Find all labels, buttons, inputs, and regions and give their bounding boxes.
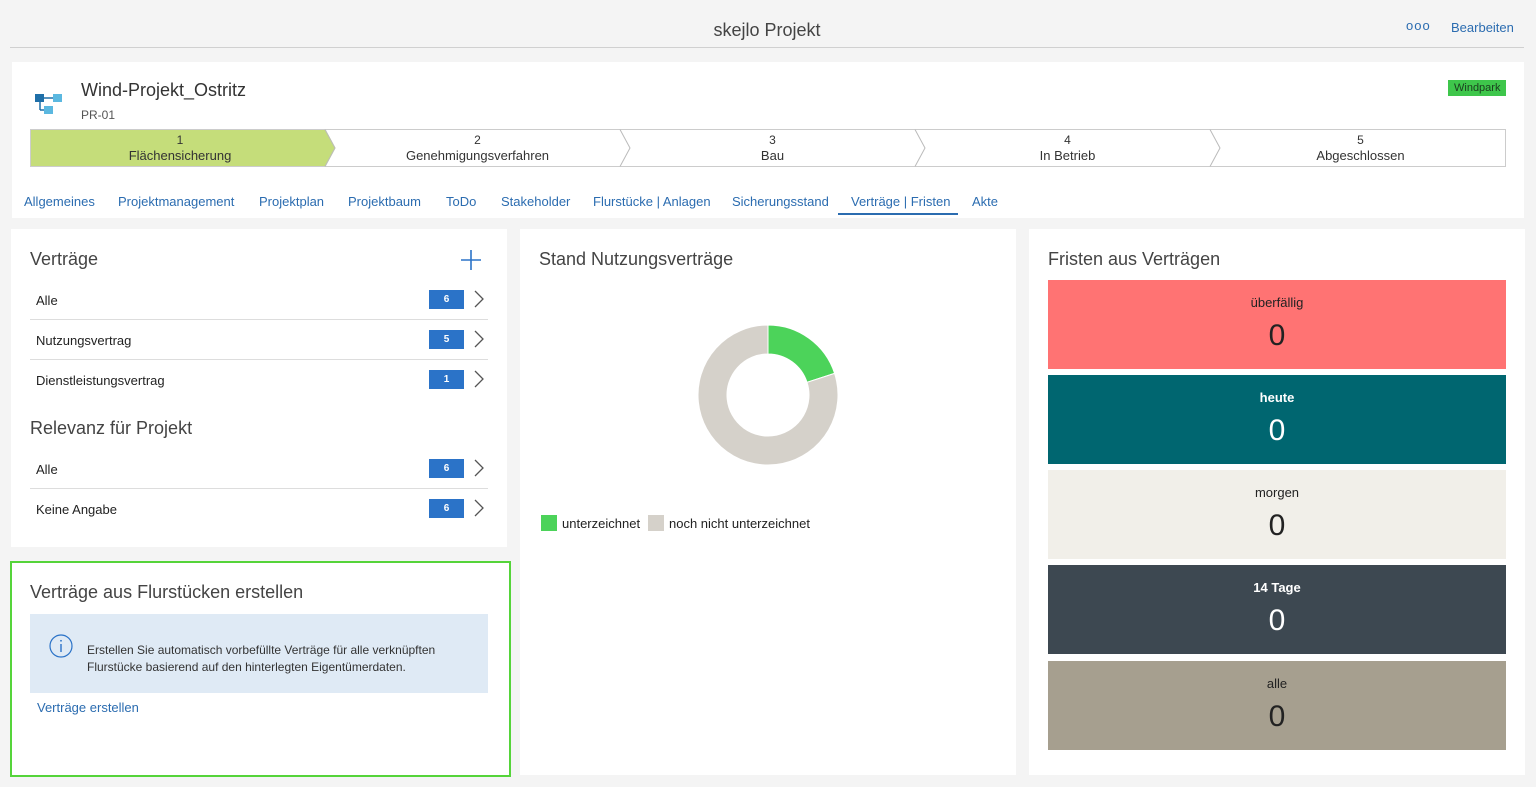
chevron-right-icon xyxy=(474,499,484,517)
deadline-tile-tomorrow[interactable]: morgen 0 xyxy=(1048,470,1506,559)
nutzungsvertraege-card: Stand Nutzungsverträge unterzeichnet noc… xyxy=(520,229,1016,775)
tile-value: 0 xyxy=(1268,319,1286,352)
phase-step-number: 3 xyxy=(769,133,776,147)
tile-label: heute xyxy=(1259,390,1295,405)
count-badge: 5 xyxy=(429,330,464,349)
count-badge: 6 xyxy=(429,290,464,309)
tab-projektplan[interactable]: Projektplan xyxy=(259,194,324,209)
fristen-card: Fristen aus Verträgen überfällig 0 heute… xyxy=(1029,229,1525,775)
tab-projektbaum[interactable]: Projektbaum xyxy=(348,194,421,209)
tab-sicherungsstand[interactable]: Sicherungsstand xyxy=(732,194,829,209)
contract-filter-row[interactable]: Alle 6 xyxy=(30,280,488,320)
tab-bar: Allgemeines Projektmanagement Projektpla… xyxy=(12,190,1012,218)
flurstuecke-card: Verträge aus Flurstücken erstellen Erste… xyxy=(10,561,511,777)
chevron-right-icon xyxy=(474,290,484,308)
tab-allgemeines[interactable]: Allgemeines xyxy=(24,194,95,209)
app-title: skejlo Projekt xyxy=(713,20,821,40)
phase-step-number: 2 xyxy=(474,133,481,147)
relevance-filter-row[interactable]: Alle 6 xyxy=(30,449,488,489)
phase-step-3[interactable]: 3 Bau xyxy=(625,129,920,167)
phase-step-label: Bau xyxy=(760,148,785,163)
phase-step-number: 1 xyxy=(176,133,184,147)
phase-step-number: 5 xyxy=(1357,133,1364,147)
count-badge: 1 xyxy=(429,370,464,389)
phase-step-2[interactable]: 2 Genehmigungsverfahren xyxy=(330,129,625,167)
top-bar: skejlo Projekt ooo Bearbeiten xyxy=(10,0,1524,48)
tile-label: alle xyxy=(1266,676,1288,691)
legend-swatch xyxy=(648,515,664,531)
legend-swatch xyxy=(541,515,557,531)
tile-value: 0 xyxy=(1268,509,1286,542)
legend-label: unterzeichnet xyxy=(562,516,641,531)
row-label: Nutzungsvertrag xyxy=(36,333,132,348)
project-structure-icon xyxy=(35,94,62,114)
count-badge: 6 xyxy=(429,459,464,478)
deadline-tile-overdue[interactable]: überfällig 0 xyxy=(1048,280,1506,369)
project-id: PR-01 xyxy=(81,108,116,122)
vertraege-card: Verträge Alle 6 Nutzungsvertrag 5 Dienst… xyxy=(11,229,507,547)
fristen-title: Fristen aus Verträgen xyxy=(1048,249,1221,269)
phase-step-5[interactable]: 5 Abgeschlossen xyxy=(1215,129,1506,167)
info-message: Erstellen Sie automatisch vorbefüllte Ve… xyxy=(30,614,488,693)
row-label: Alle xyxy=(36,462,58,477)
relevance-filter-row[interactable]: Keine Angabe 6 xyxy=(30,489,488,529)
tile-value: 0 xyxy=(1268,414,1286,447)
chevron-right-icon xyxy=(474,370,484,388)
legend-label: noch nicht unterzeichnet xyxy=(669,516,810,531)
chart-title: Stand Nutzungsverträge xyxy=(539,249,734,269)
vertraege-title: Verträge xyxy=(30,249,99,269)
donut-chart xyxy=(697,324,839,466)
tab-stakeholder[interactable]: Stakeholder xyxy=(501,194,570,209)
deadline-tile-all[interactable]: alle 0 xyxy=(1048,661,1506,750)
phase-step-number: 4 xyxy=(1064,133,1071,147)
tile-label: überfällig xyxy=(1250,295,1304,310)
phase-step-label: Abgeschlossen xyxy=(1316,148,1405,163)
create-contracts-link[interactable]: Verträge erstellen xyxy=(37,700,139,715)
edit-button[interactable]: Bearbeiten xyxy=(1451,20,1514,35)
project-name: Wind-Projekt_Ostritz xyxy=(81,80,247,100)
chevron-right-icon xyxy=(474,459,484,477)
chevron-right-icon xyxy=(474,330,484,348)
row-label: Keine Angabe xyxy=(36,502,117,517)
tile-label: 14 Tage xyxy=(1253,580,1301,595)
more-options-button[interactable]: ooo xyxy=(1406,18,1431,33)
info-icon xyxy=(49,634,73,658)
row-label: Dienstleistungsvertrag xyxy=(36,373,165,388)
contract-filter-row[interactable]: Nutzungsvertrag 5 xyxy=(30,320,488,360)
flurstuecke-title: Verträge aus Flurstücken erstellen xyxy=(30,582,304,602)
deadline-tile-today[interactable]: heute 0 xyxy=(1048,375,1506,464)
phase-step-4[interactable]: 4 In Betrieb xyxy=(920,129,1215,167)
tab-projektmanagement[interactable]: Projektmanagement xyxy=(118,194,234,209)
tab-vertraege-fristen[interactable]: Verträge | Fristen xyxy=(851,194,950,209)
tile-value: 0 xyxy=(1268,604,1286,637)
tab-akte[interactable]: Akte xyxy=(972,194,998,209)
contract-filter-row[interactable]: Dienstleistungsvertrag 1 xyxy=(30,360,488,400)
tile-value: 0 xyxy=(1268,700,1286,733)
tab-flurstuecke-anlagen[interactable]: Flurstücke | Anlagen xyxy=(593,194,711,209)
row-label: Alle xyxy=(36,293,58,308)
project-type-badge: Windpark xyxy=(1448,80,1507,96)
phase-step-label: Genehmigungsverfahren xyxy=(405,148,550,163)
active-tab-indicator xyxy=(838,213,958,215)
count-badge: 6 xyxy=(429,499,464,518)
tile-label: morgen xyxy=(1254,485,1300,500)
add-contract-icon[interactable] xyxy=(460,249,482,271)
deadline-tile-14-days[interactable]: 14 Tage 0 xyxy=(1048,565,1506,654)
info-text: Erstellen Sie automatisch vorbefüllte Ve… xyxy=(87,643,436,674)
relevanz-title: Relevanz für Projekt xyxy=(30,418,193,438)
phase-stepper: 1 Flächensicherung 2 Genehmigungsverfahr… xyxy=(30,129,1506,167)
phase-step-label: Flächensicherung xyxy=(128,148,232,163)
phase-step-1[interactable]: 1 Flächensicherung xyxy=(30,129,330,167)
donut-slice-unterzeichnet[interactable] xyxy=(767,324,836,383)
phase-step-label: In Betrieb xyxy=(1039,148,1096,163)
tab-todo[interactable]: ToDo xyxy=(446,194,476,209)
